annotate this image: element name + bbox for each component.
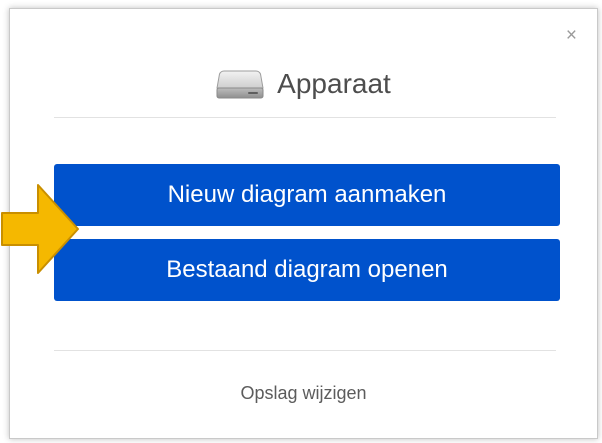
open-existing-diagram-button[interactable]: Bestaand diagram openen <box>54 239 560 301</box>
dialog-header: Apparaat <box>10 69 597 99</box>
close-icon[interactable]: × <box>566 26 577 45</box>
dialog-title: Apparaat <box>277 68 391 99</box>
pointer-arrow-icon <box>1 184 79 274</box>
header-divider <box>54 117 556 118</box>
footer-divider <box>54 350 556 351</box>
hard-drive-icon <box>216 70 264 99</box>
change-storage-link[interactable]: Opslag wijzigen <box>10 383 597 404</box>
create-new-diagram-button[interactable]: Nieuw diagram aanmaken <box>54 164 560 226</box>
storage-dialog: × Apparaat Nieuw diagram aanmaken Bestaa… <box>9 8 598 439</box>
